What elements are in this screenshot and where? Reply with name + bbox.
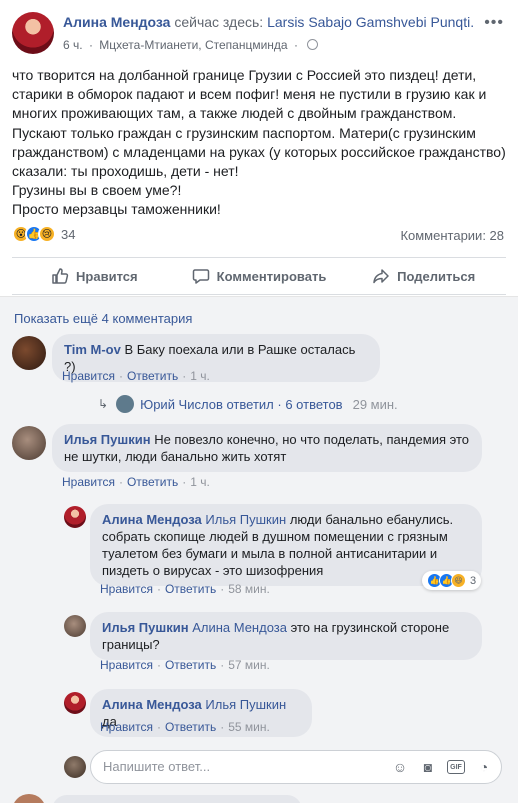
post-text: что творится на долбанной границе Грузии…	[12, 66, 510, 220]
emoji-icon[interactable]: ☺	[391, 758, 409, 776]
reply-author[interactable]: Алина Мендоза	[102, 512, 202, 527]
reply-count: 6 ответов	[285, 396, 343, 412]
comment-author[interactable]: Илья Пушкин	[64, 432, 151, 447]
reply-actions: Нравится · Ответить · 57 мин.	[100, 658, 270, 672]
avatar	[116, 395, 135, 413]
reply-summary-text: ответил	[226, 396, 274, 412]
post-text-paragraph: Грузины вы в своем уме?!	[12, 182, 182, 199]
reply-mention[interactable]: Илья Пушкин	[205, 697, 286, 712]
post-action-bar: Нравится Комментировать Поделиться	[12, 257, 506, 295]
more-options-icon[interactable]: •••	[484, 14, 504, 32]
reply-time[interactable]: 55 мин.	[228, 720, 270, 734]
post-text-paragraph: что творится на долбанной границе Грузии…	[12, 67, 510, 180]
reply-reactions[interactable]: 👍 👍 😆 3	[422, 571, 482, 590]
reply-mention[interactable]: Илья Пушкин	[205, 512, 286, 527]
show-more-comments-link[interactable]: Показать ещё 4 комментария	[14, 311, 192, 326]
comment-button-label: Комментировать	[216, 268, 327, 284]
reply-composer[interactable]: ☺ ◙ GIF ◔	[90, 750, 502, 784]
reply-mention[interactable]: Алина Мендоза	[192, 620, 287, 635]
reply-author[interactable]: Алина Мендоза	[102, 697, 202, 712]
reply-summary-time: 29 мин.	[352, 396, 398, 412]
reply-reaction-count: 3	[470, 574, 477, 587]
camera-icon[interactable]: ◙	[419, 758, 437, 776]
thumbs-up-icon	[52, 268, 69, 284]
comments-count[interactable]: Комментарии: 28	[400, 228, 504, 243]
sad-icon: 😢	[38, 225, 56, 243]
comment-reply-link[interactable]: Ответить	[127, 475, 178, 489]
like-button-label: Нравится	[76, 268, 138, 284]
post-text-paragraph: Просто мерзавцы таможенники!	[12, 201, 221, 218]
comment-time[interactable]: 1 ч.	[190, 369, 210, 383]
share-button[interactable]: Поделиться	[341, 258, 506, 294]
reply-actions: Нравится · Ответить · 58 мин.	[100, 582, 270, 596]
comment-time[interactable]: 1 ч.	[190, 475, 210, 489]
comment-bubble	[52, 795, 302, 803]
avatar	[64, 756, 86, 778]
reaction-count[interactable]: 34	[61, 227, 75, 242]
share-button-label: Поделиться	[397, 268, 476, 284]
avatar[interactable]	[64, 506, 86, 528]
post-author-name[interactable]: Алина Мендоза	[63, 14, 170, 30]
comment-reply-link[interactable]: Ответить	[127, 369, 178, 383]
avatar[interactable]	[64, 692, 86, 714]
avatar[interactable]	[12, 426, 46, 460]
haha-icon: 😆	[451, 573, 466, 588]
view-replies-link[interactable]: ↳ Юрий Числов ответил · 6 ответов 29 мин…	[98, 395, 398, 413]
reply-actions: Нравится · Ответить · 55 мин.	[100, 720, 270, 734]
sticker-icon[interactable]: ◔	[475, 758, 493, 776]
share-icon	[373, 269, 389, 284]
reply-arrow-icon: ↳	[98, 397, 109, 411]
like-button[interactable]: Нравится	[12, 258, 177, 294]
reply-reply-link[interactable]: Ответить	[165, 720, 216, 734]
avatar[interactable]	[12, 336, 46, 370]
reply-bubble: Илья Пушкин Алина Мендоза это на грузинс…	[90, 612, 482, 660]
reply-summary-author: Юрий Числов	[140, 396, 223, 412]
reply-time[interactable]: 58 мин.	[228, 582, 270, 596]
comment-bubble: Илья Пушкин Не повезло конечно, но что п…	[52, 424, 482, 472]
reply-like-link[interactable]: Нравится	[100, 720, 153, 734]
comment-author[interactable]: Tim M-ov	[64, 342, 121, 357]
globe-icon	[307, 39, 319, 50]
comment-actions: Нравится · Ответить · 1 ч.	[62, 475, 210, 489]
comment-button[interactable]: Комментировать	[177, 258, 342, 294]
post-location[interactable]: Мцхета-Мтианети, Степанцминда	[99, 38, 287, 52]
post-checkin-place[interactable]: Larsis Sabajo Gamshvebi Punqti.	[267, 14, 474, 30]
reply-reply-link[interactable]: Ответить	[165, 582, 216, 596]
reply-like-link[interactable]: Нравится	[100, 658, 153, 672]
reply-summary-dot: ·	[277, 396, 282, 412]
post-author-avatar[interactable]	[12, 12, 54, 54]
post-checkin-action: сейчас здесь:	[174, 14, 264, 30]
reactions-summary[interactable]: 😮 👍 😢 34	[12, 225, 75, 243]
reply-input[interactable]	[103, 759, 303, 774]
comment-icon	[192, 269, 209, 284]
reply-time[interactable]: 57 мин.	[228, 658, 270, 672]
comment-actions: Нравится · Ответить · 1 ч.	[62, 369, 210, 383]
post-time[interactable]: 6 ч.	[63, 38, 83, 52]
post-meta: 6 ч. · Мцхета-Мтианети, Степанцминда ·	[63, 38, 319, 52]
post-header: Алина Мендоза сейчас здесь: Larsis Sabaj…	[63, 14, 483, 30]
avatar[interactable]	[64, 615, 86, 637]
reply-author[interactable]: Илья Пушкин	[102, 620, 189, 635]
composer-icons: ☺ ◙ GIF ◔	[381, 758, 493, 776]
comment-like-link[interactable]: Нравится	[62, 475, 115, 489]
comment-like-link[interactable]: Нравится	[62, 369, 115, 383]
reply-reply-link[interactable]: Ответить	[165, 658, 216, 672]
reply-like-link[interactable]: Нравится	[100, 582, 153, 596]
gif-icon[interactable]: GIF	[447, 760, 465, 774]
